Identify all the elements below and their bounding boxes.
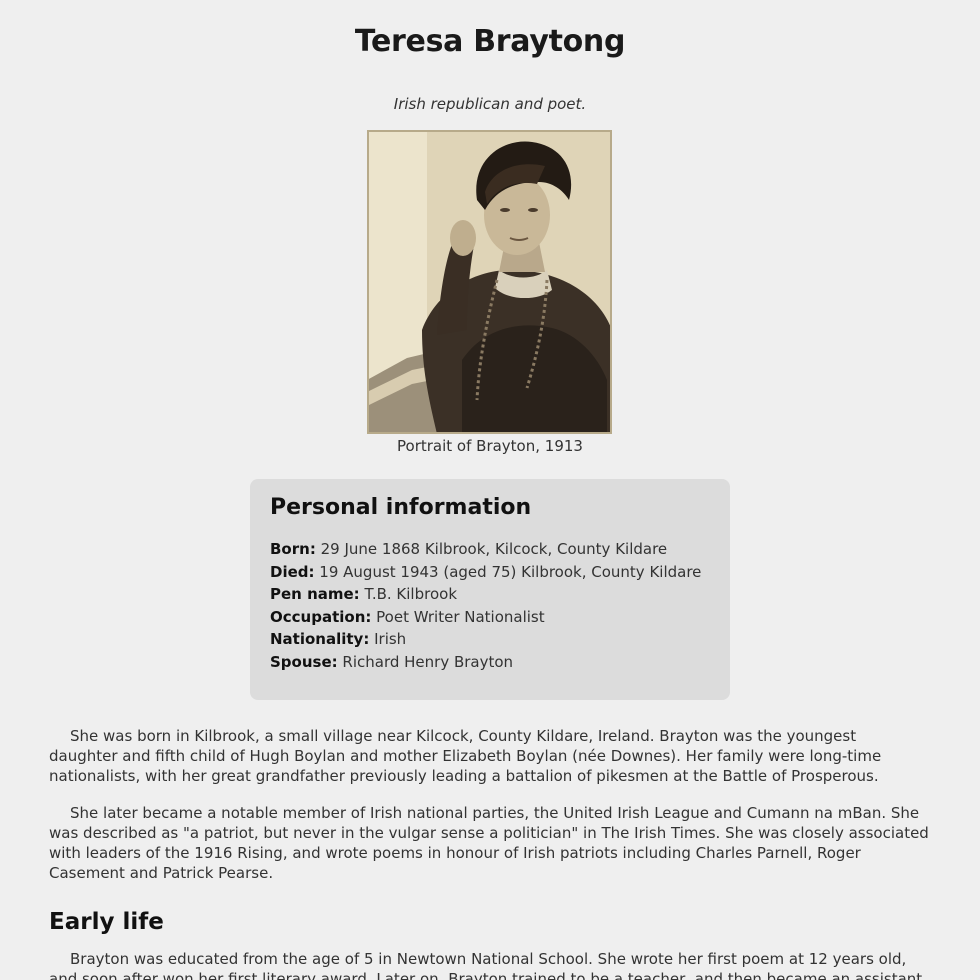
portrait-image [367, 130, 612, 434]
page-title: Teresa Braytong [354, 24, 626, 59]
info-value: T.B. Kilbrook [364, 585, 458, 603]
info-row-nationality: Nationality: Irish [270, 628, 710, 651]
info-row-pen-name: Pen name: T.B. Kilbrook [270, 583, 710, 606]
info-key: Spouse: [270, 652, 338, 671]
portrait-caption: Portrait of Brayton, 1913 [397, 437, 583, 455]
info-value: Poet Writer Nationalist [376, 607, 545, 626]
info-value: Irish [374, 630, 407, 648]
info-row-spouse: Spouse: Richard Henry Brayton [270, 651, 710, 674]
intro-paragraph: She was born in Kilbrook, a small villag… [49, 727, 882, 785]
personal-info-box: Personal information Born: 29 June 1868 … [250, 479, 730, 700]
article-page: Teresa Braytong Irish republican and poe… [0, 0, 980, 980]
info-value: Richard Henry Brayton [342, 652, 514, 671]
info-key: Occupation: [270, 607, 372, 626]
info-key: Born: [270, 540, 316, 558]
section-paragraph: Brayton was educated from the age of 5 i… [49, 950, 923, 980]
section-heading-early-life: Early life [49, 909, 164, 935]
info-row-occupation: Occupation: Poet Writer Nationalist [270, 606, 710, 629]
info-key: Died: [270, 562, 315, 581]
info-value: 19 August 1943 (aged 75) Kilbrook, Count… [319, 562, 702, 581]
info-row-died: Died: 19 August 1943 (aged 75) Kilbrook,… [270, 561, 710, 584]
info-key: Nationality: [270, 630, 370, 648]
page-subtitle: Irish republican and poet. [393, 95, 587, 113]
info-row-born: Born: 29 June 1868 Kilbrook, Kilcock, Co… [270, 538, 710, 561]
intro-paragraph: She later became a notable member of Iri… [49, 804, 929, 882]
article-body: She was born in Kilbrook, a small villag… [49, 726, 929, 980]
infobox-heading: Personal information [270, 495, 532, 520]
info-key: Pen name: [270, 585, 360, 603]
info-value: 29 June 1868 Kilbrook, Kilcock, County K… [320, 540, 668, 558]
